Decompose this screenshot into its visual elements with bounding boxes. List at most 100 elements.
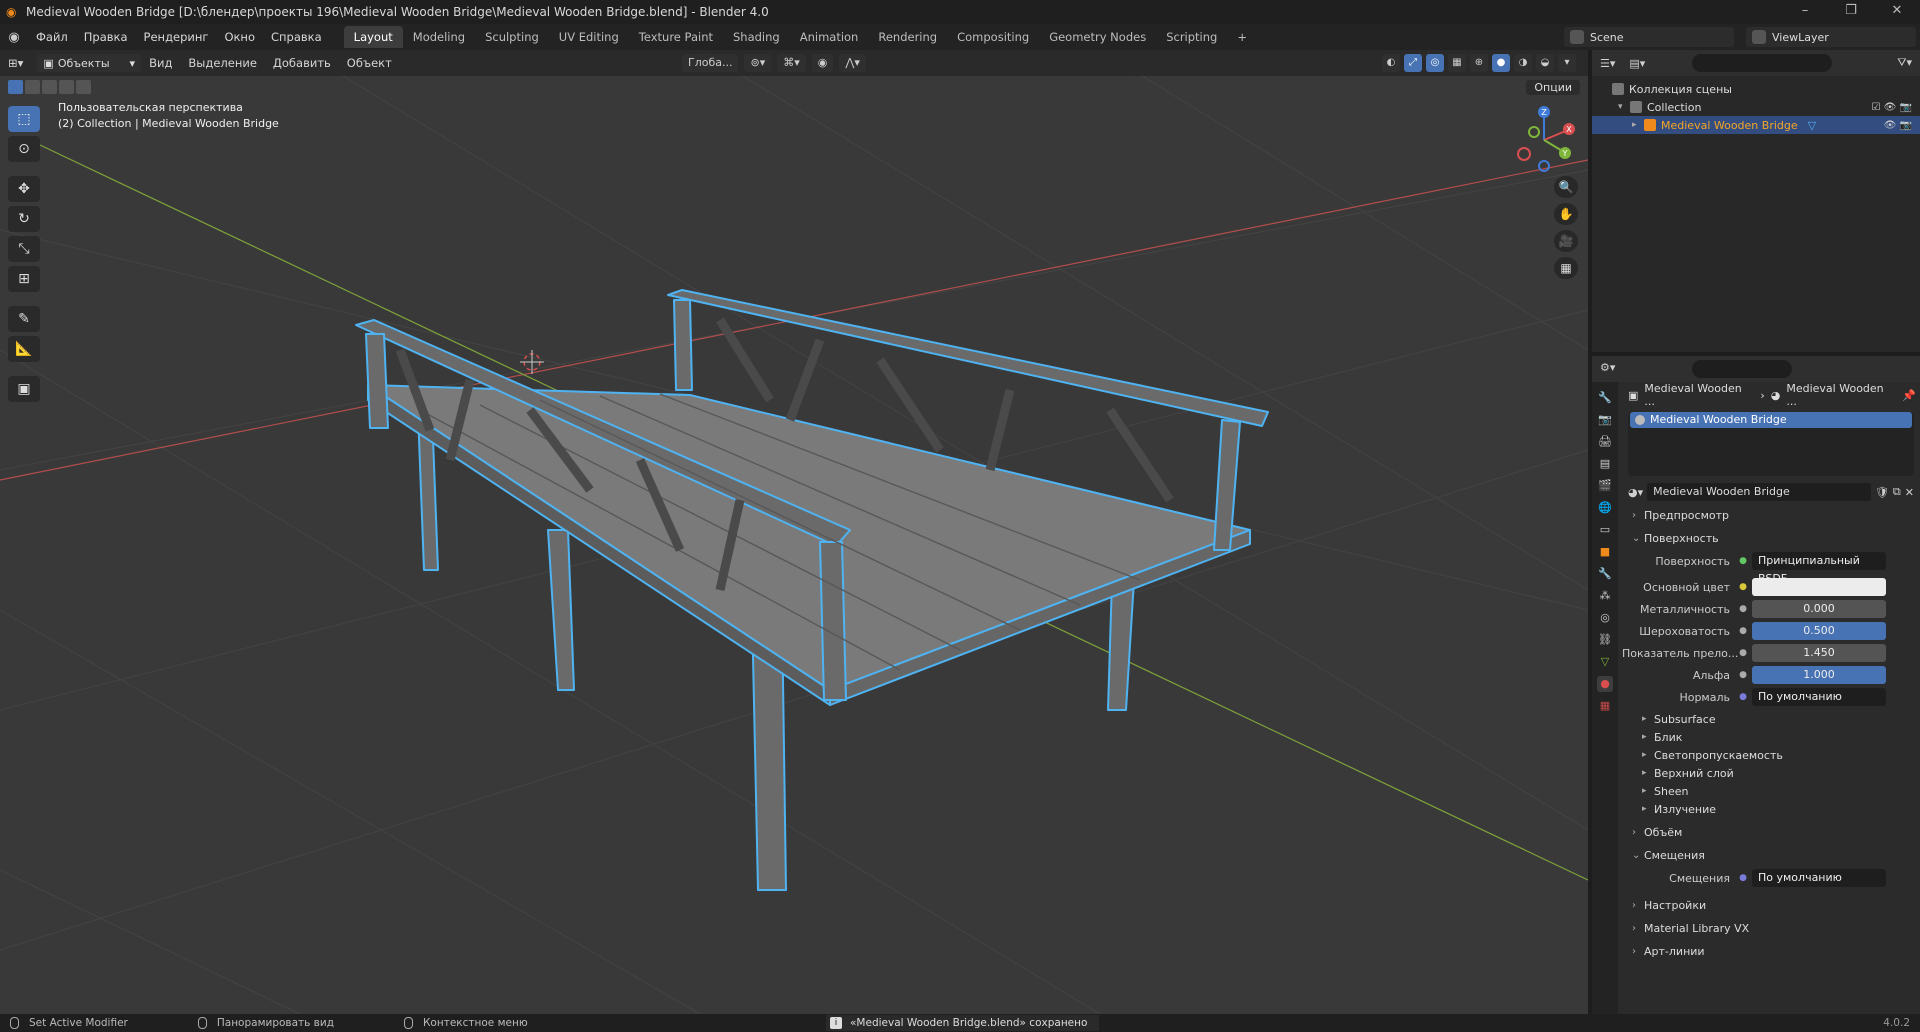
metallic-field[interactable]: 0.000 bbox=[1752, 600, 1886, 618]
rotate-icon[interactable]: ↻ bbox=[8, 206, 40, 232]
tab-modeling[interactable]: Modeling bbox=[403, 26, 475, 48]
subpanel-emission[interactable]: ▸ Излучение bbox=[1622, 800, 1920, 818]
outliner-editor-icon[interactable]: ☰▾ bbox=[1600, 57, 1615, 70]
subpanel-subsurface[interactable]: ▸ Subsurface bbox=[1622, 710, 1920, 728]
collection-tab-icon[interactable]: ▭ bbox=[1597, 522, 1613, 538]
mode-dropdown[interactable]: ▣ Объекты ▾ bbox=[37, 54, 142, 72]
world-tab-icon[interactable]: 🌐 bbox=[1597, 500, 1613, 516]
zoom-icon[interactable]: 🔍 bbox=[1554, 176, 1578, 198]
panel-displacement[interactable]: ⌄ Смещения bbox=[1622, 845, 1920, 865]
properties-search-input[interactable] bbox=[1692, 360, 1792, 378]
menu-select[interactable]: Выделение bbox=[180, 50, 265, 76]
modifier-tab-icon[interactable]: 🔧 bbox=[1597, 566, 1613, 582]
material-browse-icon[interactable]: ◕▾ bbox=[1628, 486, 1643, 499]
select-invert-icon[interactable] bbox=[59, 80, 74, 94]
navigation-gizmo[interactable]: Z X Y bbox=[1508, 102, 1580, 174]
properties-editor-icon[interactable]: ⚙▾ bbox=[1600, 361, 1615, 374]
chevron-right-icon[interactable]: ▸ bbox=[1632, 120, 1644, 130]
subpanel-transmission[interactable]: ▸ Светопропускаемость bbox=[1622, 746, 1920, 764]
select-box-icon[interactable]: ⬚ bbox=[8, 106, 40, 132]
outliner-scene-collection[interactable]: Коллекция сцены bbox=[1592, 80, 1920, 98]
tool-tab-icon[interactable]: 🔧 bbox=[1597, 390, 1613, 406]
select-subtract-icon[interactable] bbox=[42, 80, 57, 94]
object-tab-icon[interactable]: ■ bbox=[1597, 544, 1613, 560]
alpha-field[interactable]: 1.000 bbox=[1752, 666, 1886, 684]
normal-field[interactable]: По умолчанию bbox=[1752, 688, 1886, 706]
solid-shading-icon[interactable]: ● bbox=[1492, 54, 1510, 72]
menu-edit[interactable]: Правка bbox=[76, 24, 136, 50]
wireframe-shading-icon[interactable]: ⊕ bbox=[1470, 54, 1488, 72]
panel-material-library[interactable]: › Material Library VX bbox=[1622, 918, 1920, 938]
select-extend-icon[interactable] bbox=[25, 80, 40, 94]
filter-icon[interactable]: ⛛▾ bbox=[1897, 56, 1912, 70]
texture-tab-icon[interactable]: ▦ bbox=[1597, 698, 1613, 714]
chevron-down-icon[interactable]: ▾ bbox=[1618, 102, 1630, 112]
select-intersect-icon[interactable] bbox=[76, 80, 91, 94]
scene-tab-icon[interactable]: 🎬 bbox=[1597, 478, 1613, 494]
subpanel-coat[interactable]: ▸ Верхний слой bbox=[1622, 764, 1920, 782]
material-name-field[interactable]: Medieval Wooden Bridge bbox=[1647, 483, 1871, 501]
ior-field[interactable]: 1.450 bbox=[1752, 644, 1886, 662]
displacement-field[interactable]: По умолчанию bbox=[1752, 869, 1886, 887]
close-button[interactable]: ✕ bbox=[1874, 0, 1920, 24]
material-tab-icon[interactable]: ● bbox=[1597, 676, 1613, 692]
physics-tab-icon[interactable]: ◎ bbox=[1597, 610, 1613, 626]
menu-help[interactable]: Справка bbox=[263, 24, 330, 50]
material-slot-item[interactable]: Medieval Wooden Bridge bbox=[1630, 412, 1912, 428]
maximize-button[interactable]: ❐ bbox=[1828, 0, 1874, 24]
panel-settings[interactable]: › Настройки bbox=[1622, 895, 1920, 915]
duplicate-material-icon[interactable]: ⧉ bbox=[1893, 485, 1901, 499]
material-slot-list[interactable]: Medieval Wooden Bridge bbox=[1628, 412, 1914, 476]
material-shading-icon[interactable]: ◑ bbox=[1514, 54, 1532, 72]
roughness-field[interactable]: 0.500 bbox=[1752, 622, 1886, 640]
surface-shader-field[interactable]: Принципиальный BSDF bbox=[1752, 552, 1886, 585]
gizmo-toggle-icon[interactable]: ⤢ bbox=[1404, 54, 1422, 72]
menu-add[interactable]: Добавить bbox=[265, 50, 339, 76]
menu-view[interactable]: Вид bbox=[141, 50, 180, 76]
visibility-icon[interactable]: ◐ bbox=[1382, 54, 1400, 72]
fake-user-icon[interactable]: 🛡 bbox=[1875, 486, 1889, 499]
tab-uv-editing[interactable]: UV Editing bbox=[549, 26, 629, 48]
measure-icon[interactable]: 📐 bbox=[8, 336, 40, 362]
tab-shading[interactable]: Shading bbox=[723, 26, 790, 48]
menu-file[interactable]: Файл bbox=[28, 24, 76, 50]
subpanel-sheen[interactable]: ▸ Sheen bbox=[1622, 782, 1920, 800]
pivot-point-icon[interactable]: ⊚▾ bbox=[744, 54, 772, 72]
blender-menu-icon[interactable]: ◉ bbox=[0, 30, 28, 45]
bridge-mesh[interactable] bbox=[355, 289, 1269, 891]
overlay-toggle-icon[interactable]: ◎ bbox=[1426, 54, 1444, 72]
data-tab-icon[interactable]: ▽ bbox=[1597, 654, 1613, 670]
annotate-icon[interactable]: ✎ bbox=[8, 306, 40, 332]
ortho-grid-icon[interactable]: ▦ bbox=[1554, 257, 1578, 279]
transform-orientation-dropdown[interactable]: Глоба... bbox=[682, 54, 739, 72]
subpanel-specular[interactable]: ▸ Блик bbox=[1622, 728, 1920, 746]
tab-texture-paint[interactable]: Texture Paint bbox=[629, 26, 723, 48]
scene-selector[interactable]: Scene bbox=[1564, 27, 1734, 47]
select-new-icon[interactable] bbox=[8, 80, 23, 94]
render-tab-icon[interactable]: 📷 bbox=[1597, 412, 1613, 428]
particles-tab-icon[interactable]: ⁂ bbox=[1597, 588, 1613, 604]
scale-icon[interactable]: ⤡ bbox=[8, 236, 40, 262]
collection-visibility-icons[interactable]: ☑ 👁 📷 bbox=[1872, 102, 1912, 113]
panel-volume[interactable]: › Объём bbox=[1622, 822, 1920, 842]
move-icon[interactable]: ✥ bbox=[8, 176, 40, 202]
tab-geometry-nodes[interactable]: Geometry Nodes bbox=[1039, 26, 1156, 48]
minimize-button[interactable]: – bbox=[1782, 0, 1828, 24]
tab-rendering[interactable]: Rendering bbox=[868, 26, 947, 48]
3d-viewport[interactable]: ⊞▾ ▣ Объекты ▾ Вид Выделение Добавить Об… bbox=[0, 50, 1588, 1014]
xray-icon[interactable]: ▦ bbox=[1448, 54, 1466, 72]
base-color-swatch[interactable] bbox=[1752, 578, 1886, 596]
panel-preview[interactable]: › Предпросмотр bbox=[1622, 505, 1920, 525]
add-workspace-button[interactable]: + bbox=[1227, 26, 1257, 48]
tab-scripting[interactable]: Scripting bbox=[1156, 26, 1227, 48]
outliner-search-input[interactable] bbox=[1692, 54, 1832, 72]
menu-window[interactable]: Окно bbox=[216, 24, 263, 50]
unlink-material-icon[interactable]: ✕ bbox=[1905, 486, 1914, 499]
save-report[interactable]: i «Medieval Wooden Bridge.blend» сохране… bbox=[826, 1015, 1100, 1031]
options-dropdown[interactable]: Опции bbox=[1526, 80, 1580, 95]
outliner-object-row[interactable]: ▸ Medieval Wooden Bridge ▽ 👁 📷 bbox=[1592, 116, 1920, 134]
object-visibility-icons[interactable]: 👁 📷 bbox=[1884, 120, 1912, 131]
outliner-collection[interactable]: ▾ Collection ☑ 👁 📷 bbox=[1592, 98, 1920, 116]
menu-render[interactable]: Рендеринг bbox=[136, 24, 217, 50]
tab-compositing[interactable]: Compositing bbox=[947, 26, 1039, 48]
